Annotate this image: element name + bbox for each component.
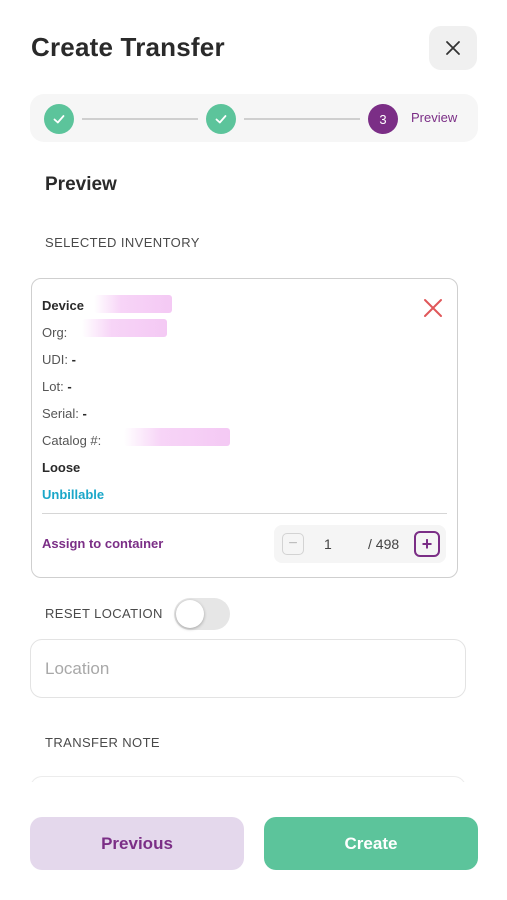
- catalog-label: Catalog #:: [42, 433, 102, 448]
- decrement-button[interactable]: −: [282, 533, 304, 555]
- previous-button[interactable]: Previous: [30, 817, 244, 870]
- quantity-value[interactable]: 1: [324, 536, 332, 552]
- reset-location-toggle[interactable]: [174, 598, 230, 630]
- increment-button[interactable]: +: [414, 531, 440, 557]
- remove-item-button[interactable]: [422, 297, 444, 319]
- status-badge: Loose: [42, 460, 81, 475]
- close-button[interactable]: [429, 26, 477, 70]
- serial-value: -: [82, 406, 87, 421]
- close-icon: [446, 41, 460, 55]
- step-3-current: 3: [368, 104, 398, 134]
- redacted-org-name: [82, 319, 167, 337]
- toggle-knob: [176, 600, 204, 628]
- quantity-stepper: − 1 / 498 +: [274, 525, 446, 563]
- close-icon: [424, 299, 442, 317]
- section-heading: Preview: [45, 174, 117, 195]
- inventory-item-card: Device Org: UDI: - Lot: - Serial: - Cata…: [31, 278, 458, 578]
- lot-label: Lot:: [42, 379, 64, 394]
- redacted-catalog-number: [124, 428, 230, 446]
- selected-inventory-label: SELECTED INVENTORY: [45, 235, 200, 250]
- step-connector: [244, 118, 360, 120]
- progress-stepper: 3 Preview: [30, 94, 478, 142]
- check-icon: [53, 115, 65, 124]
- step-3-label: Preview: [411, 110, 458, 125]
- divider: [42, 513, 447, 514]
- assign-to-container-link[interactable]: Assign to container: [42, 536, 163, 551]
- redacted-device-name: [94, 295, 172, 313]
- udi-label: UDI:: [42, 352, 68, 367]
- reset-location-label: RESET LOCATION: [45, 606, 163, 621]
- device-label: Device: [42, 298, 84, 313]
- step-connector: [82, 118, 198, 120]
- udi-row: UDI: -: [42, 352, 76, 367]
- transfer-note-label: TRANSFER NOTE: [45, 735, 160, 750]
- step-2-complete: [206, 104, 236, 134]
- step-1-complete: [44, 104, 74, 134]
- serial-row: Serial: -: [42, 406, 87, 421]
- serial-label: Serial:: [42, 406, 79, 421]
- billing-status: Unbillable: [42, 487, 105, 502]
- page-title: Create Transfer: [31, 32, 225, 62]
- check-icon: [215, 115, 227, 124]
- lot-value: -: [67, 379, 72, 394]
- create-button[interactable]: Create: [264, 817, 478, 870]
- location-input[interactable]: [30, 639, 466, 698]
- udi-value: -: [71, 352, 76, 367]
- device-row: Device: [42, 298, 84, 313]
- quantity-total: / 498: [368, 536, 400, 552]
- lot-row: Lot: -: [42, 379, 72, 394]
- org-label: Org:: [42, 325, 68, 340]
